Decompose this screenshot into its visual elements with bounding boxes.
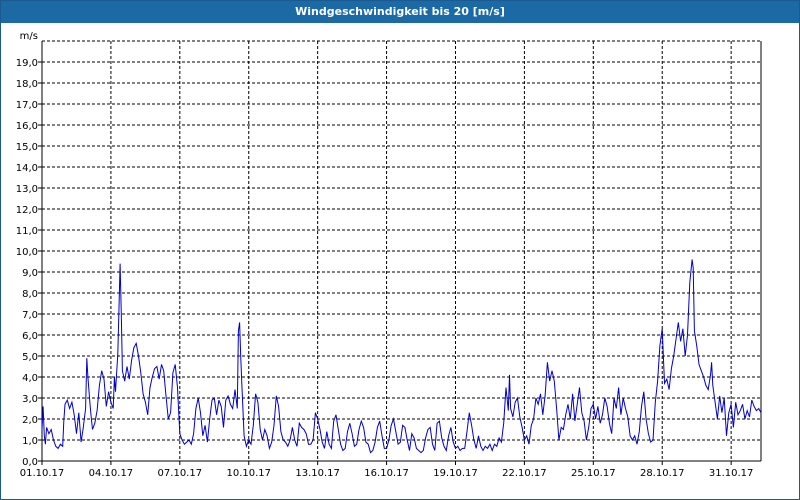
x-tick-label: 16.10.17 bbox=[364, 468, 409, 479]
y-tick-label: 0,0 bbox=[22, 457, 38, 468]
y-tick-label: 19,0 bbox=[16, 58, 38, 69]
chart-window: Windgeschwindigkeit bis 20 [m/s] 0,0 1,0 2… bbox=[0, 0, 800, 500]
y-tick-label: 8,0 bbox=[22, 289, 38, 300]
x-tick-label: 31.10.17 bbox=[709, 468, 754, 479]
y-tick-label: 12,0 bbox=[16, 205, 38, 216]
y-tick-label: 1,0 bbox=[22, 436, 38, 447]
x-tick-label: 04.10.17 bbox=[89, 468, 134, 479]
x-tick-label: 01.10.17 bbox=[20, 468, 65, 479]
y-tick-label: 9,0 bbox=[22, 268, 38, 279]
x-tick-label: 19.10.17 bbox=[433, 468, 478, 479]
y-tick-label: 11,0 bbox=[16, 226, 38, 237]
y-tick-label: 10,0 bbox=[16, 247, 38, 258]
y-tick-label: 14,0 bbox=[16, 163, 38, 174]
y-tick-label: 18,0 bbox=[16, 79, 38, 90]
y-tick-label: 2,0 bbox=[22, 415, 38, 426]
y-tick-label: 17,0 bbox=[16, 100, 38, 111]
y-tick-label: 4,0 bbox=[22, 373, 38, 384]
x-tick-label: 25.10.17 bbox=[571, 468, 616, 479]
x-tick-label: 28.10.17 bbox=[640, 468, 685, 479]
wind-speed-chart: 0,0 1,0 2,0 3,0 4,0 5,0 6,0 7,0 8,0 9,0 10,0 11,0 12… bbox=[16, 31, 762, 479]
x-tick-label: 22.10.17 bbox=[502, 468, 547, 479]
y-tick-label: 3,0 bbox=[22, 394, 38, 405]
x-tick-label: 10.10.17 bbox=[226, 468, 271, 479]
y-tick-label: 15,0 bbox=[16, 142, 38, 153]
y-tick-label: 7,0 bbox=[22, 310, 38, 321]
y-tick-label: 5,0 bbox=[22, 352, 38, 363]
y-axis-unit: m/s bbox=[20, 31, 38, 42]
y-tick-label: 13,0 bbox=[16, 184, 38, 195]
y-tick-label: 6,0 bbox=[22, 331, 38, 342]
x-tick-label: 13.10.17 bbox=[295, 468, 340, 479]
x-tick-label: 07.10.17 bbox=[158, 468, 203, 479]
y-tick-label: 16,0 bbox=[16, 121, 38, 132]
window-title: Windgeschwindigkeit bis 20 [m/s] bbox=[1, 1, 799, 23]
